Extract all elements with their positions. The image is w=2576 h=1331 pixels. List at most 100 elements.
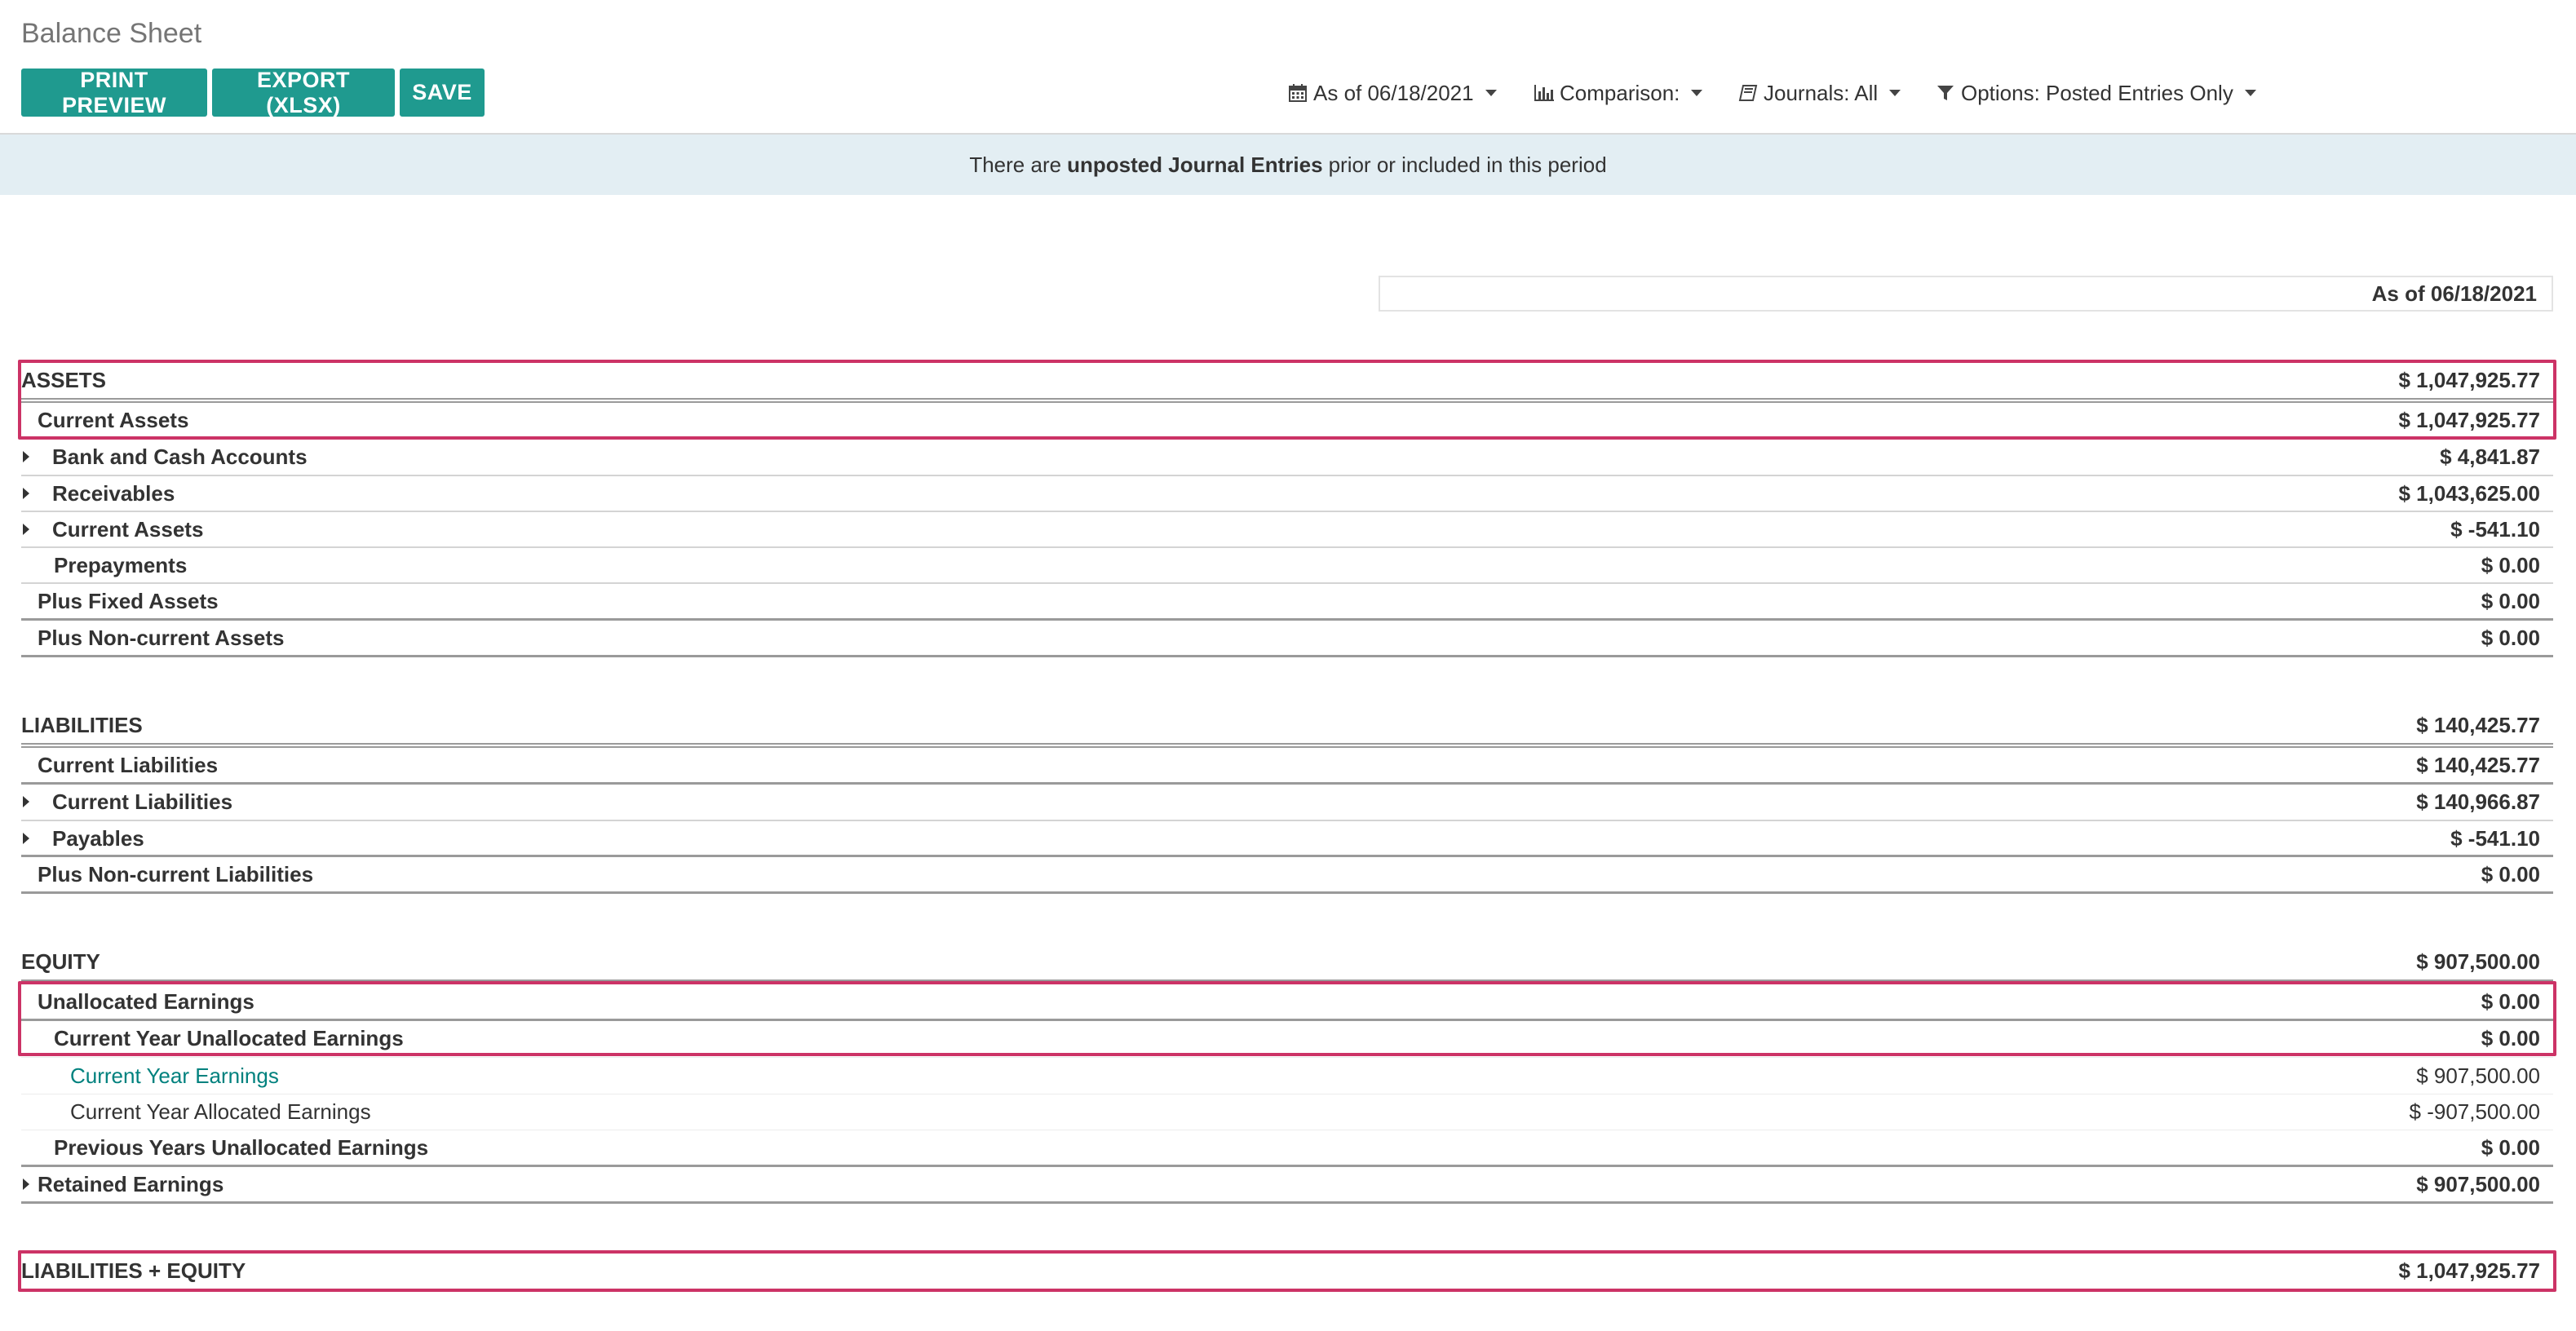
row-label: Current Liabilities [52, 789, 233, 814]
row-amount[interactable]: $ 907,500.00 [2416, 1063, 2553, 1089]
bar-chart-icon [1534, 82, 1555, 104]
chevron-down-icon [2244, 90, 2256, 96]
report-row-unallocated-earnings: Unallocated Earnings $ 0.00 [21, 984, 2553, 1019]
row-label: Prepayments [54, 552, 188, 577]
export-xlsx-button[interactable]: EXPORT (XLSX) [212, 68, 395, 117]
row-label: Receivables [52, 480, 175, 506]
report-row-equity: EQUITY $ 907,500.00 [21, 944, 2553, 979]
banner-text-before: There are [969, 152, 1062, 177]
report-row-current-year-allocated: Current Year Allocated Earnings $ -907,5… [21, 1094, 2553, 1130]
journals-filter-label: Journals: All [1764, 80, 1879, 105]
report-row-assets: ASSETS $ 1,047,925.77 [21, 362, 2553, 398]
report-row-previous-years-unallocated: Previous Years Unallocated Earnings $ 0.… [21, 1130, 2553, 1165]
row-label: Current Year Allocated Earnings [70, 1099, 371, 1124]
report-row-current-year-unallocated: Current Year Unallocated Earnings $ 0.00 [21, 1020, 2553, 1056]
row-label: Bank and Cash Accounts [52, 444, 308, 469]
save-button[interactable]: SAVE [400, 69, 485, 117]
page-title: Balance Sheet [21, 18, 202, 49]
report-row-bank-and-cash[interactable]: Bank and Cash Accounts $ 4,841.87 [21, 439, 2553, 475]
row-label: Current Year Unallocated Earnings [54, 1025, 404, 1050]
row-label: Current Liabilities [38, 752, 219, 777]
row-amount[interactable]: $ 1,043,625.00 [2399, 481, 2554, 506]
row-amount[interactable]: $ 140,425.77 [2416, 753, 2553, 778]
row-amount[interactable]: $ 0.00 [2481, 553, 2553, 578]
caret-right-icon[interactable] [23, 833, 29, 844]
banner-text-after: prior or included in this period [1328, 152, 1607, 177]
row-amount[interactable]: $ -541.10 [2450, 826, 2553, 851]
row-label-wrap: Bank and Cash Accounts [21, 444, 308, 470]
row-amount[interactable]: $ 0.00 [2481, 862, 2553, 887]
chevron-down-icon [1691, 90, 1703, 96]
unposted-entries-banner: There are unposted Journal Entries prior… [0, 135, 2576, 195]
report-row-receivables[interactable]: Receivables $ 1,043,625.00 [21, 475, 2553, 511]
date-filter-dropdown[interactable]: As of 06/18/2021 [1287, 77, 1497, 109]
row-rule [21, 891, 2553, 894]
report-row-current-assets: Current Assets $ 1,047,925.77 [21, 402, 2553, 438]
row-amount[interactable]: $ 0.00 [2481, 589, 2553, 614]
row-amount[interactable]: $ 4,841.87 [2440, 444, 2553, 470]
chevron-down-icon [1889, 90, 1901, 96]
row-amount[interactable]: $ 907,500.00 [2416, 949, 2553, 975]
row-label: Plus Non-current Liabilities [38, 861, 314, 887]
row-amount[interactable]: $ 907,500.00 [2416, 1172, 2553, 1197]
row-label: LIABILITIES + EQUITY [21, 1258, 246, 1283]
row-label-wrap: Current Assets [21, 517, 203, 542]
comparison-filter-dropdown[interactable]: Comparison: [1534, 77, 1703, 109]
row-label: Plus Non-current Assets [38, 625, 285, 650]
row-label: Payables [52, 825, 144, 851]
comparison-filter-label: Comparison: [1560, 80, 1680, 105]
row-amount[interactable]: $ -907,500.00 [2410, 1099, 2553, 1125]
row-label: Plus Fixed Assets [38, 588, 219, 613]
report-row-retained-earnings[interactable]: Retained Earnings $ 907,500.00 [21, 1166, 2553, 1202]
caret-right-icon[interactable] [23, 451, 29, 462]
caret-right-icon[interactable] [23, 796, 29, 807]
row-rule [21, 655, 2553, 657]
row-label: Retained Earnings [38, 1171, 224, 1196]
row-label: Current Assets [38, 407, 189, 432]
current-year-earnings-link[interactable]: Current Year Earnings [21, 1063, 279, 1089]
unposted-journal-entries-link[interactable]: unposted Journal Entries [1067, 153, 1323, 178]
book-icon [1737, 82, 1759, 104]
report-row-current-liabilities: Current Liabilities $ 140,425.77 [21, 747, 2553, 783]
report-row-prepayments: Prepayments $ 0.00 [21, 547, 2553, 583]
options-filter-label: Options: Posted Entries Only [1961, 80, 2233, 105]
report-row-plus-fixed-assets: Plus Fixed Assets $ 0.00 [21, 583, 2553, 619]
row-amount[interactable]: $ 0.00 [2481, 989, 2553, 1015]
report-row-plus-non-current-liabilities: Plus Non-current Liabilities $ 0.00 [21, 856, 2553, 892]
row-label: ASSETS [21, 367, 107, 392]
journals-filter-dropdown[interactable]: Journals: All [1737, 77, 1901, 109]
row-amount[interactable]: $ 1,047,925.77 [2399, 1258, 2554, 1284]
row-amount[interactable]: $ 0.00 [2481, 626, 2553, 651]
caret-right-icon[interactable] [23, 1178, 29, 1190]
report-row-current-year-earnings[interactable]: Current Year Earnings $ 907,500.00 [21, 1058, 2553, 1094]
row-label-wrap: Payables [21, 826, 144, 851]
row-label: LIABILITIES [21, 712, 143, 737]
row-rule [21, 1201, 2553, 1204]
report-row-current-assets-sub[interactable]: Current Assets $ -541.10 [21, 511, 2553, 547]
options-filter-dropdown[interactable]: Options: Posted Entries Only [1935, 77, 2256, 109]
row-label-wrap: Retained Earnings [21, 1172, 224, 1197]
report-row-current-liabilities-sub[interactable]: Current Liabilities $ 140,966.87 [21, 784, 2553, 820]
calendar-icon [1287, 82, 1308, 104]
row-label-wrap: Current Liabilities [21, 789, 232, 815]
row-amount[interactable]: $ -541.10 [2450, 517, 2553, 542]
row-label: Unallocated Earnings [38, 988, 255, 1014]
row-amount[interactable]: $ 140,425.77 [2416, 713, 2553, 738]
row-amount[interactable]: $ 0.00 [2481, 1026, 2553, 1051]
row-amount[interactable]: $ 1,047,925.77 [2399, 368, 2554, 393]
row-amount[interactable]: $ 0.00 [2481, 1135, 2553, 1161]
column-header-date: As of 06/18/2021 [1379, 276, 2553, 312]
report-row-liabilities: LIABILITIES $ 140,425.77 [21, 707, 2553, 743]
caret-right-icon[interactable] [23, 524, 29, 535]
report-row-liabilities-plus-equity: LIABILITIES + EQUITY $ 1,047,925.77 [21, 1253, 2553, 1289]
row-amount[interactable]: $ 140,966.87 [2416, 789, 2553, 815]
row-label-wrap: Receivables [21, 481, 175, 506]
report-row-payables[interactable]: Payables $ -541.10 [21, 820, 2553, 856]
date-filter-label: As of 06/18/2021 [1313, 80, 1474, 105]
row-amount[interactable]: $ 1,047,925.77 [2399, 408, 2554, 433]
row-label: EQUITY [21, 949, 100, 974]
print-preview-button[interactable]: PRINT PREVIEW [21, 68, 207, 117]
row-label: Previous Years Unallocated Earnings [54, 1134, 429, 1160]
caret-right-icon[interactable] [23, 488, 29, 499]
report-row-plus-non-current-assets: Plus Non-current Assets $ 0.00 [21, 620, 2553, 656]
